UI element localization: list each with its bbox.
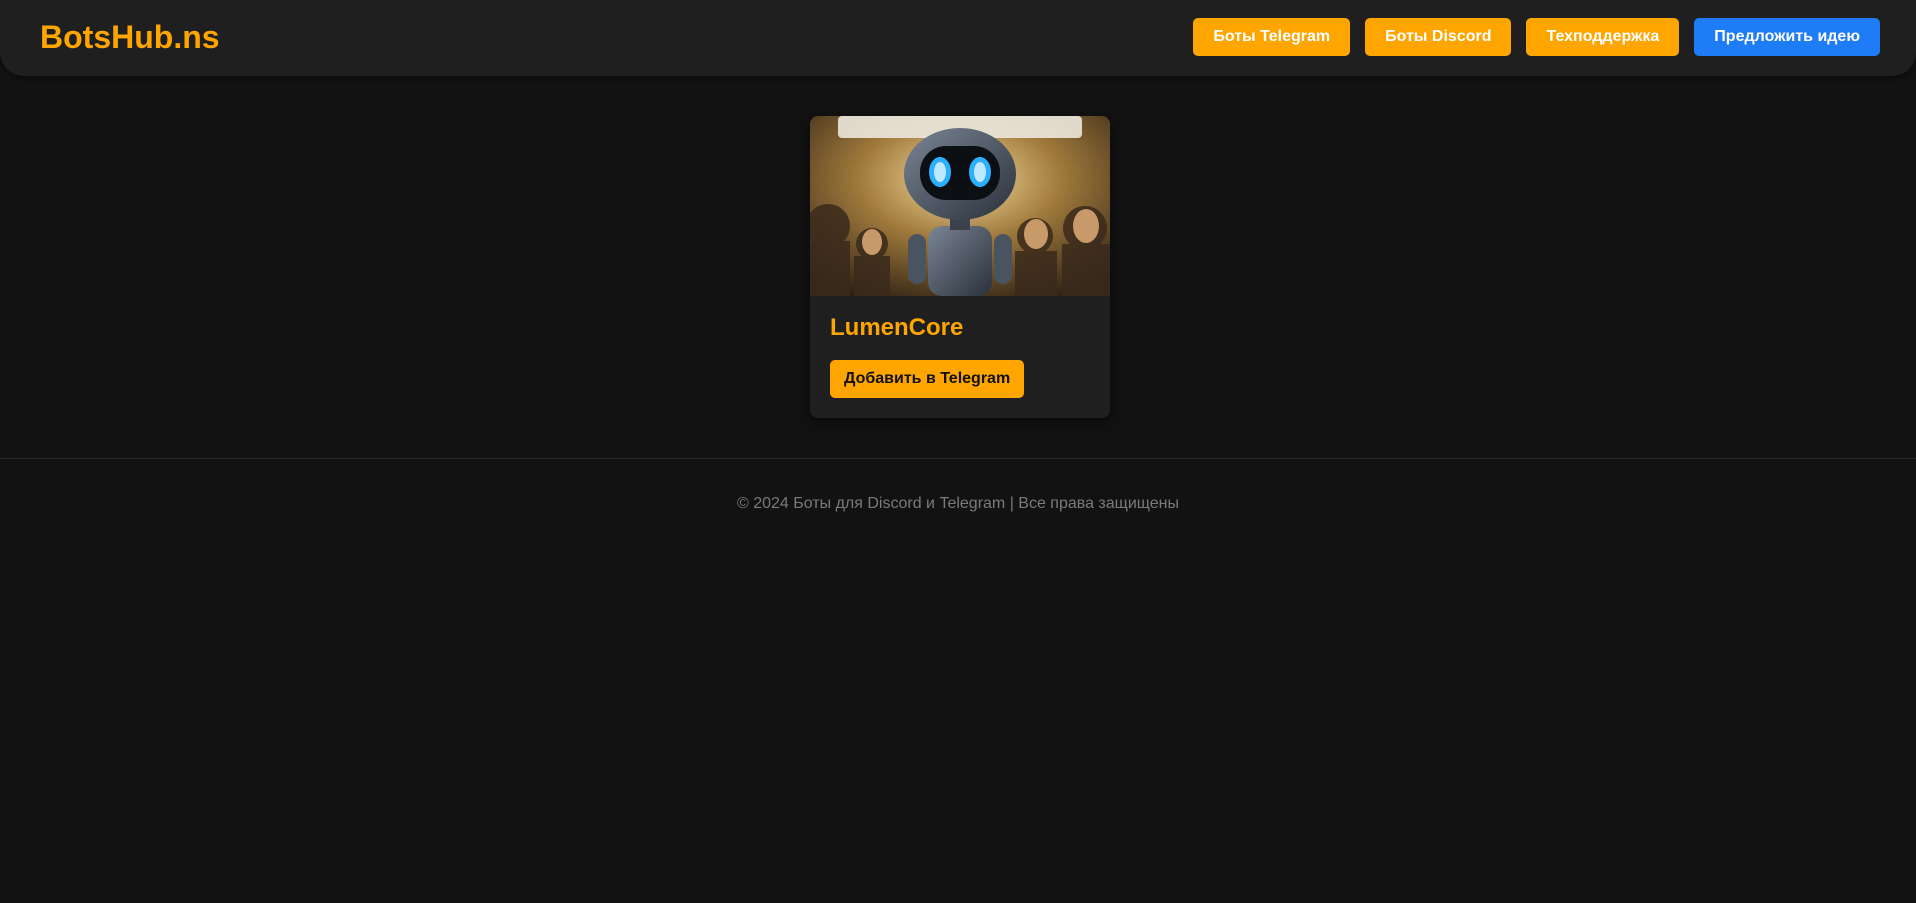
site-header: BotsHub.ns Боты Telegram Боты Discord Те…	[0, 0, 1916, 76]
bot-image	[810, 116, 1110, 296]
main-nav: Боты Telegram Боты Discord Техподдержка …	[1178, 18, 1880, 56]
footer-divider	[0, 458, 1916, 459]
nav-telegram-bots-button[interactable]: Боты Telegram	[1193, 18, 1351, 56]
footer-copyright: © 2024 Боты для Discord и Telegram | Все…	[737, 495, 1179, 512]
add-to-telegram-button[interactable]: Добавить в Telegram	[830, 360, 1025, 398]
bot-name: LumenCore	[830, 314, 964, 341]
site-logo[interactable]: BotsHub.ns	[40, 18, 220, 56]
nav-discord-bots-button[interactable]: Боты Discord	[1365, 18, 1512, 56]
nav-support-button[interactable]: Техподдержка	[1526, 18, 1680, 56]
bot-card: LumenCore Добавить в Telegram	[810, 116, 1110, 418]
suggest-idea-button[interactable]: Предложить идею	[1694, 18, 1880, 56]
